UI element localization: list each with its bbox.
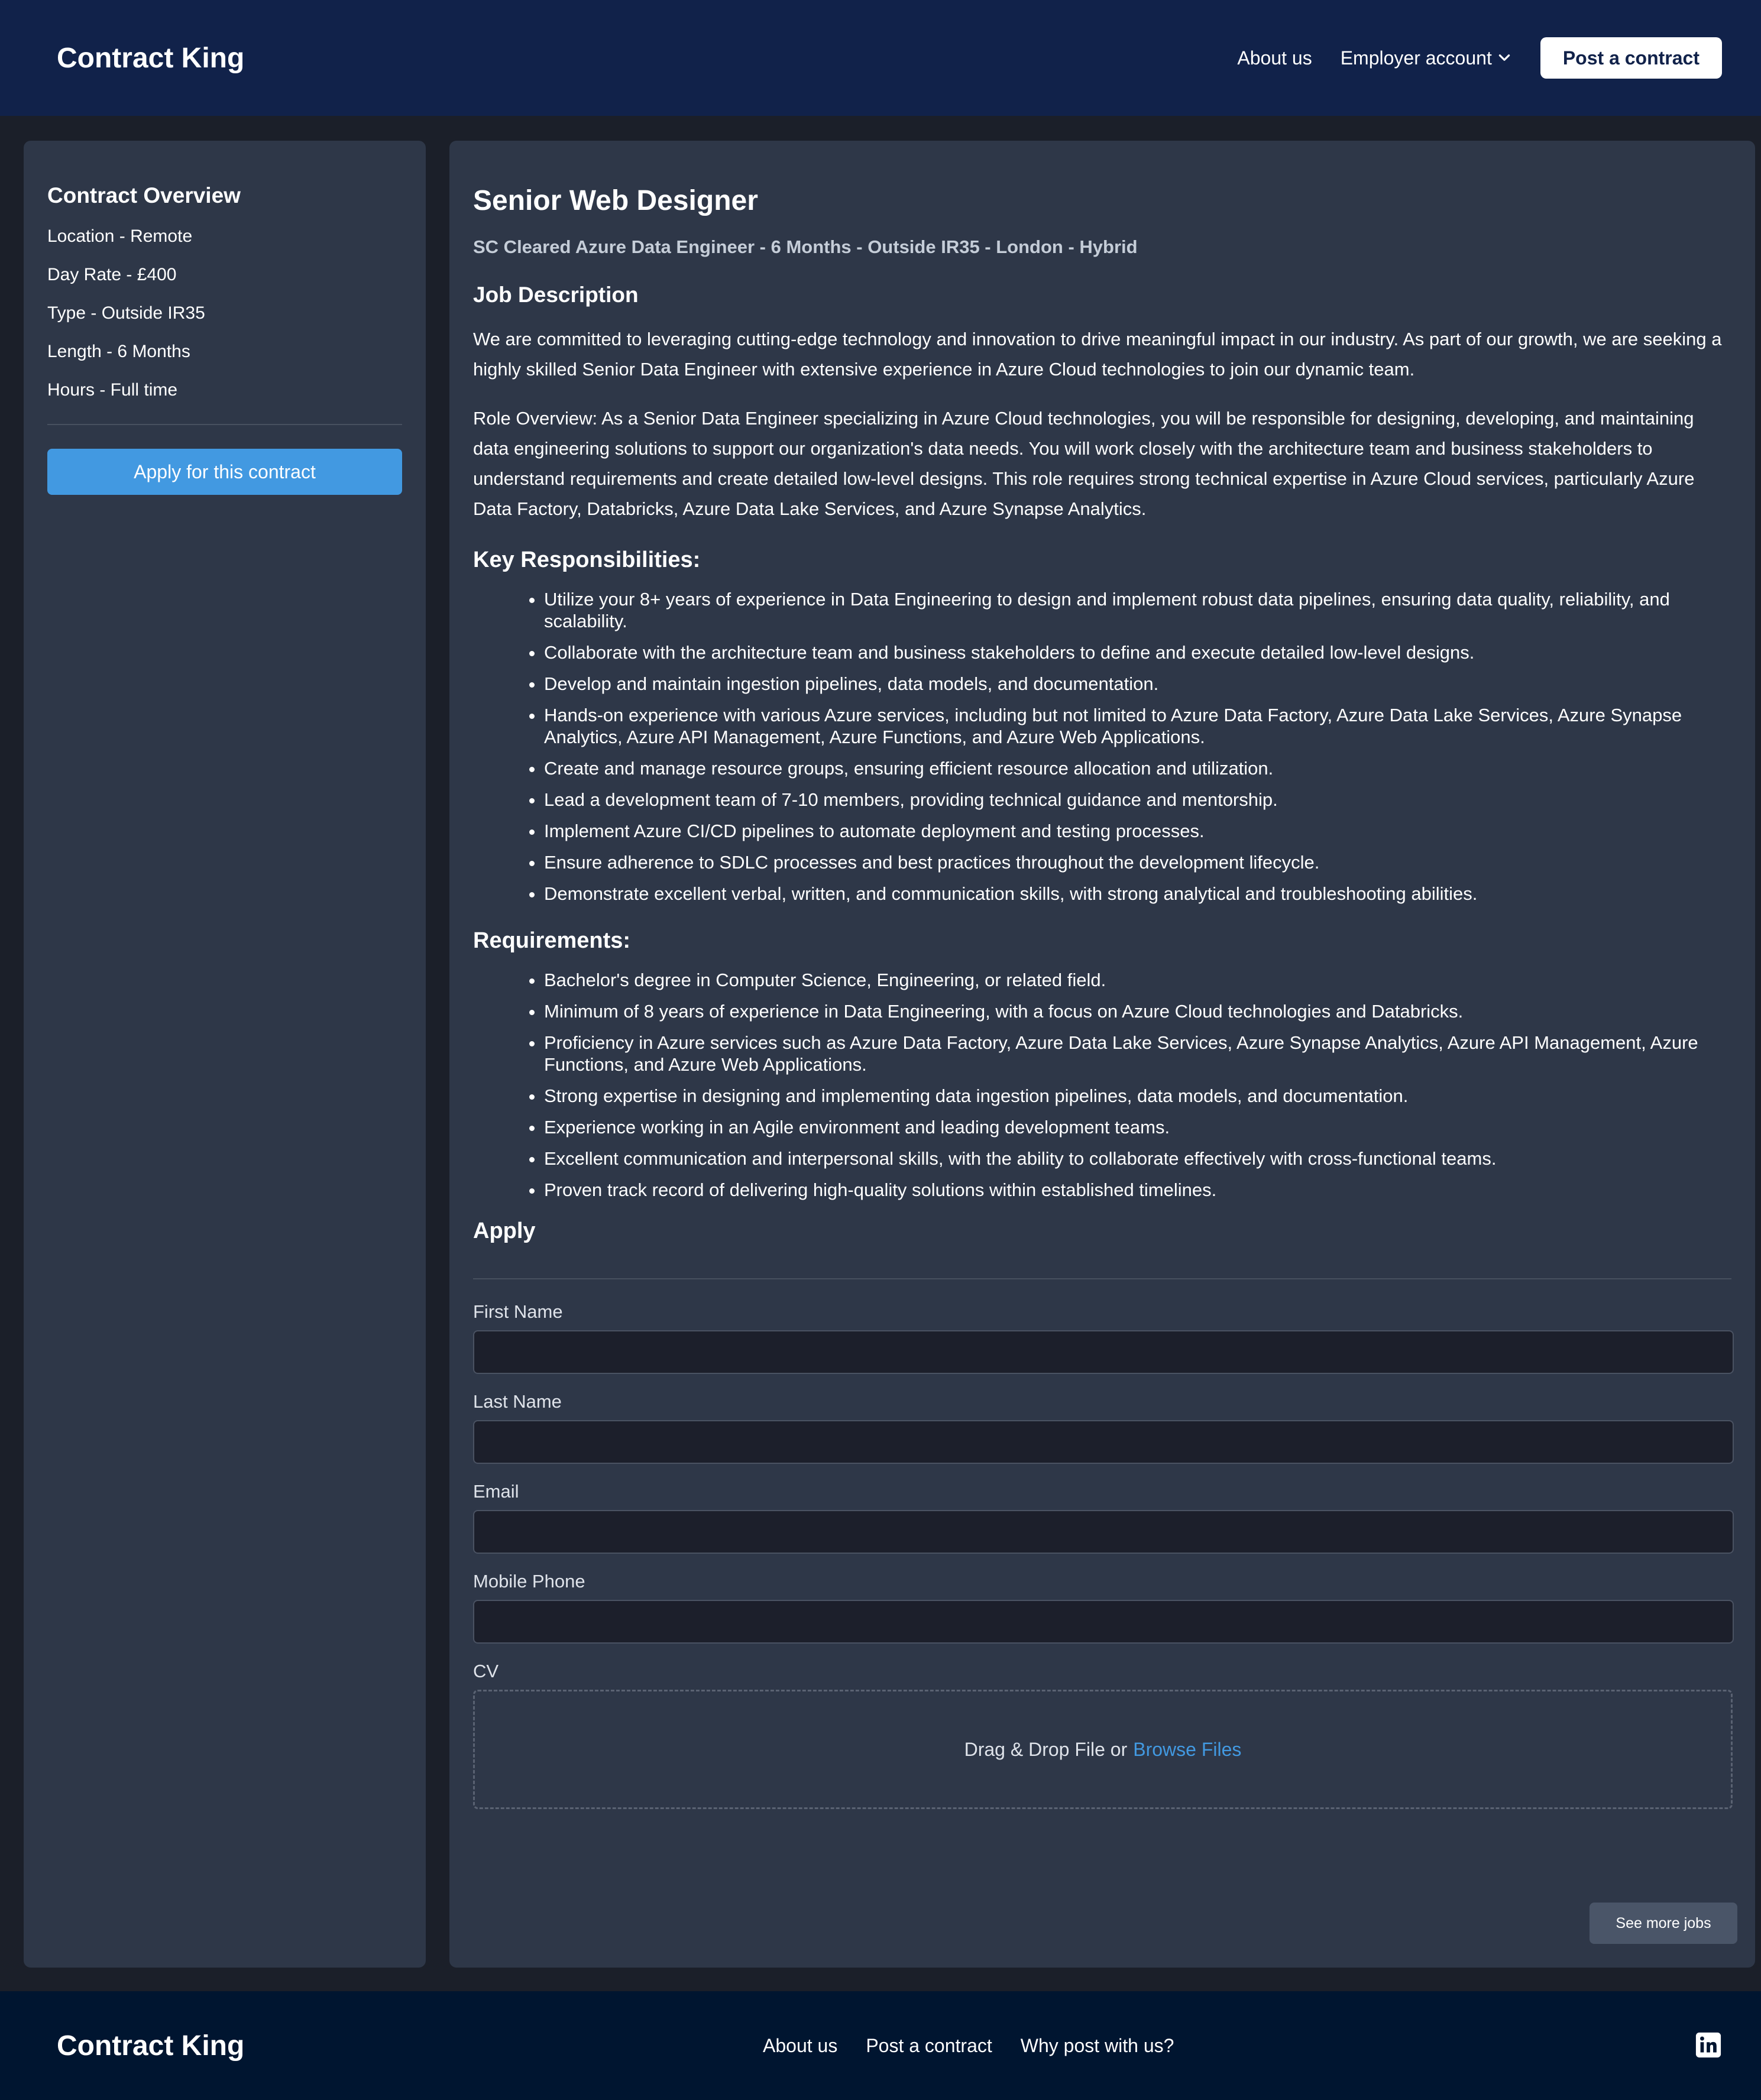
responsibilities-heading: Key Responsibilities: bbox=[473, 547, 701, 572]
first-name-field[interactable] bbox=[473, 1330, 1734, 1374]
email-field[interactable] bbox=[473, 1510, 1734, 1554]
post-contract-button[interactable]: Post a contract bbox=[1540, 37, 1722, 79]
application-form: First Name Last Name Email Mobile Phone … bbox=[473, 1301, 1734, 1809]
list-item: Minimum of 8 years of experience in Data… bbox=[544, 1000, 1731, 1022]
overview-location: Location - Remote bbox=[47, 226, 193, 246]
job-details-panel: Senior Web Designer SC Cleared Azure Dat… bbox=[449, 141, 1755, 1968]
main-nav: About us Employer account Post a contrac… bbox=[1237, 37, 1722, 79]
nav-about-link[interactable]: About us bbox=[1237, 47, 1312, 69]
list-item: Proficiency in Azure services such as Az… bbox=[544, 1032, 1731, 1075]
apply-heading: Apply bbox=[473, 1218, 536, 1243]
list-item: Lead a development team of 7-10 members,… bbox=[544, 789, 1731, 811]
first-name-label: First Name bbox=[473, 1301, 563, 1322]
footer-why-link[interactable]: Why post with us? bbox=[1021, 2035, 1174, 2057]
list-item: Utilize your 8+ years of experience in D… bbox=[544, 588, 1731, 632]
divider bbox=[47, 424, 402, 425]
nav-employer-dropdown[interactable]: Employer account bbox=[1341, 47, 1512, 69]
dropzone-text: Drag & Drop File or bbox=[964, 1738, 1128, 1760]
list-item: Excellent communication and interpersona… bbox=[544, 1148, 1731, 1169]
list-item: Develop and maintain ingestion pipelines… bbox=[544, 673, 1731, 695]
list-item: Collaborate with the architecture team a… bbox=[544, 641, 1731, 663]
cv-label: CV bbox=[473, 1661, 499, 1681]
list-item: Bachelor's degree in Computer Science, E… bbox=[544, 969, 1731, 991]
requirements-heading: Requirements: bbox=[473, 928, 631, 953]
job-title: Senior Web Designer bbox=[473, 185, 758, 216]
mobile-phone-label: Mobile Phone bbox=[473, 1571, 585, 1592]
email-label: Email bbox=[473, 1481, 519, 1502]
list-item: Demonstrate excellent verbal, written, a… bbox=[544, 883, 1731, 905]
list-item: Experience working in an Agile environme… bbox=[544, 1116, 1731, 1138]
footer-nav: About us Post a contract Why post with u… bbox=[763, 1991, 1202, 2100]
last-name-field[interactable] bbox=[473, 1420, 1734, 1464]
list-item: Create and manage resource groups, ensur… bbox=[544, 757, 1731, 779]
contract-overview-panel: Contract Overview Location - Remote Day … bbox=[24, 141, 426, 1968]
linkedin-icon[interactable] bbox=[1695, 2031, 1722, 2059]
list-item: Implement Azure CI/CD pipelines to autom… bbox=[544, 820, 1731, 842]
footer-post-link[interactable]: Post a contract bbox=[866, 2035, 992, 2057]
role-overview-paragraph: Role Overview: As a Senior Data Engineer… bbox=[473, 408, 1695, 519]
overview-day-rate: Day Rate - £400 bbox=[47, 265, 177, 284]
list-item: Ensure adherence to SDLC processes and b… bbox=[544, 851, 1731, 873]
browse-files-link[interactable]: Browse Files bbox=[1133, 1739, 1241, 1761]
site-header: Contract King About us Employer account … bbox=[0, 0, 1761, 116]
nav-employer-label: Employer account bbox=[1340, 47, 1492, 69]
description-paragraph: We are committed to leveraging cutting-e… bbox=[473, 329, 1722, 380]
footer-brand-logo[interactable]: Contract King bbox=[57, 2030, 244, 2062]
apply-contract-button[interactable]: Apply for this contract bbox=[47, 449, 402, 495]
site-footer: Contract King About us Post a contract W… bbox=[0, 1991, 1761, 2100]
requirements-list: Bachelor's degree in Computer Science, E… bbox=[473, 969, 1731, 1201]
see-more-jobs-button[interactable]: See more jobs bbox=[1590, 1903, 1737, 1944]
mobile-phone-field[interactable] bbox=[473, 1600, 1734, 1644]
divider bbox=[473, 1278, 1731, 1279]
overview-type: Type - Outside IR35 bbox=[47, 303, 205, 323]
responsibilities-list: Utilize your 8+ years of experience in D… bbox=[473, 588, 1731, 905]
footer-about-link[interactable]: About us bbox=[763, 2035, 837, 2057]
last-name-label: Last Name bbox=[473, 1391, 562, 1412]
list-item: Hands-on experience with various Azure s… bbox=[544, 704, 1731, 748]
overview-length: Length - 6 Months bbox=[47, 342, 190, 361]
list-item: Strong expertise in designing and implem… bbox=[544, 1085, 1731, 1107]
overview-hours: Hours - Full time bbox=[47, 380, 178, 400]
job-subtitle: SC Cleared Azure Data Engineer - 6 Month… bbox=[473, 236, 1138, 257]
overview-title: Contract Overview bbox=[47, 183, 241, 208]
chevron-down-icon bbox=[1498, 54, 1510, 61]
list-item: Proven track record of delivering high-q… bbox=[544, 1179, 1731, 1201]
brand-logo[interactable]: Contract King bbox=[57, 42, 244, 74]
job-description-heading: Job Description bbox=[473, 283, 639, 307]
cv-dropzone[interactable]: Drag & Drop File or Browse Files bbox=[473, 1690, 1733, 1809]
